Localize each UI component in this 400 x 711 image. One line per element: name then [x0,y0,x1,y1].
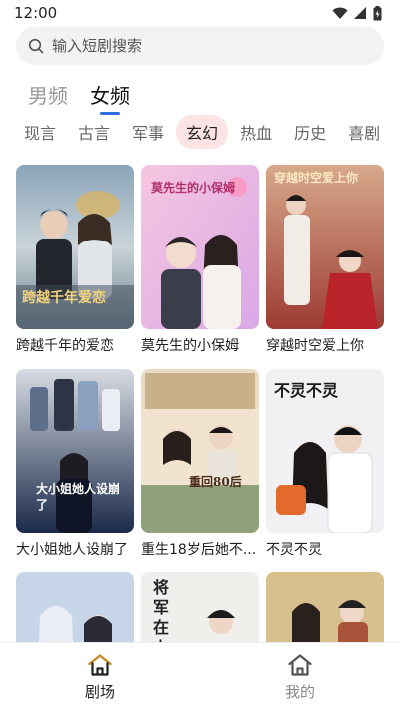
nav-label: 我的 [284,682,315,701]
drama-title: 莫先生的小保姆 [141,338,239,354]
nav-item-mine[interactable]: 我的 [200,643,400,711]
poster-title: 大小姐她人设崩了 [36,482,121,512]
home-icon [288,653,312,676]
status-bar: 12:00 [0,0,400,26]
drama-card[interactable]: 重回80后 重生18岁后她不... [141,369,259,559]
drama-poster: 大小姐她人设崩了 [16,369,134,533]
tab-male[interactable]: 男频 [28,80,68,115]
status-time: 12:00 [14,4,58,22]
genre-item-rexue[interactable]: 热血 [230,115,282,149]
nav-item-theater[interactable]: 剧场 [0,643,200,711]
search-bar[interactable] [16,27,384,65]
drama-card[interactable]: 不灵不灵 不灵不灵 [266,369,384,559]
search-input[interactable] [52,37,352,55]
poster-title: 不灵不灵 [274,381,339,400]
signal-icon [354,6,366,19]
drama-card[interactable]: 穿越时空爱上你 穿越时空爱上你 [266,165,384,355]
genre-item-xianyan[interactable]: 现言 [14,115,66,149]
genre-item-xuanhuan[interactable]: 玄幻 [176,115,229,149]
poster-title: 重回80后 [189,475,242,489]
poster-title: 莫先生的小保姆 [151,181,236,195]
bottom-nav: 剧场 我的 [0,642,400,711]
drama-poster: 重回80后 [141,369,259,533]
genre-item-guyan[interactable]: 古言 [68,115,120,149]
drama-title: 跨越千年的爱恋 [16,338,114,354]
battery-icon [373,5,382,20]
nav-label: 剧场 [84,682,115,701]
tab-female[interactable]: 女频 [90,80,130,115]
search-icon [28,38,44,54]
drama-card[interactable]: 莫先生的小保姆 莫先生的小保姆 [141,165,259,355]
drama-title: 不灵不灵 [266,542,322,558]
poster-title: 跨越千年爱恋 [22,290,106,306]
drama-title: 大小姐她人设崩了 [16,542,128,558]
wifi-icon [332,7,348,19]
drama-poster: 莫先生的小保姆 [141,165,259,329]
drama-title: 重生18岁后她不... [141,542,257,558]
genre-item-junshi[interactable]: 军事 [122,115,174,149]
status-icons [332,5,382,21]
drama-card[interactable]: 跨越千年爱恋 跨越千年的爱恋 [16,165,134,355]
gender-tabs: 男频 女频 [28,80,130,115]
home-icon [88,653,112,676]
drama-title: 穿越时空爱上你 [266,338,364,354]
drama-poster: 穿越时空爱上你 [266,165,384,329]
poster-title: 穿越时空爱上你 [274,171,359,185]
genre-bar: 现言 古言 军事 玄幻 热血 历史 喜剧 [0,115,400,149]
genre-item-lishi[interactable]: 历史 [284,115,336,149]
drama-poster: 跨越千年爱恋 [16,165,134,329]
drama-card[interactable]: 大小姐她人设崩了 大小姐她人设崩了 [16,369,134,559]
drama-poster: 不灵不灵 [266,369,384,533]
genre-item-xiju[interactable]: 喜剧 [338,115,390,149]
